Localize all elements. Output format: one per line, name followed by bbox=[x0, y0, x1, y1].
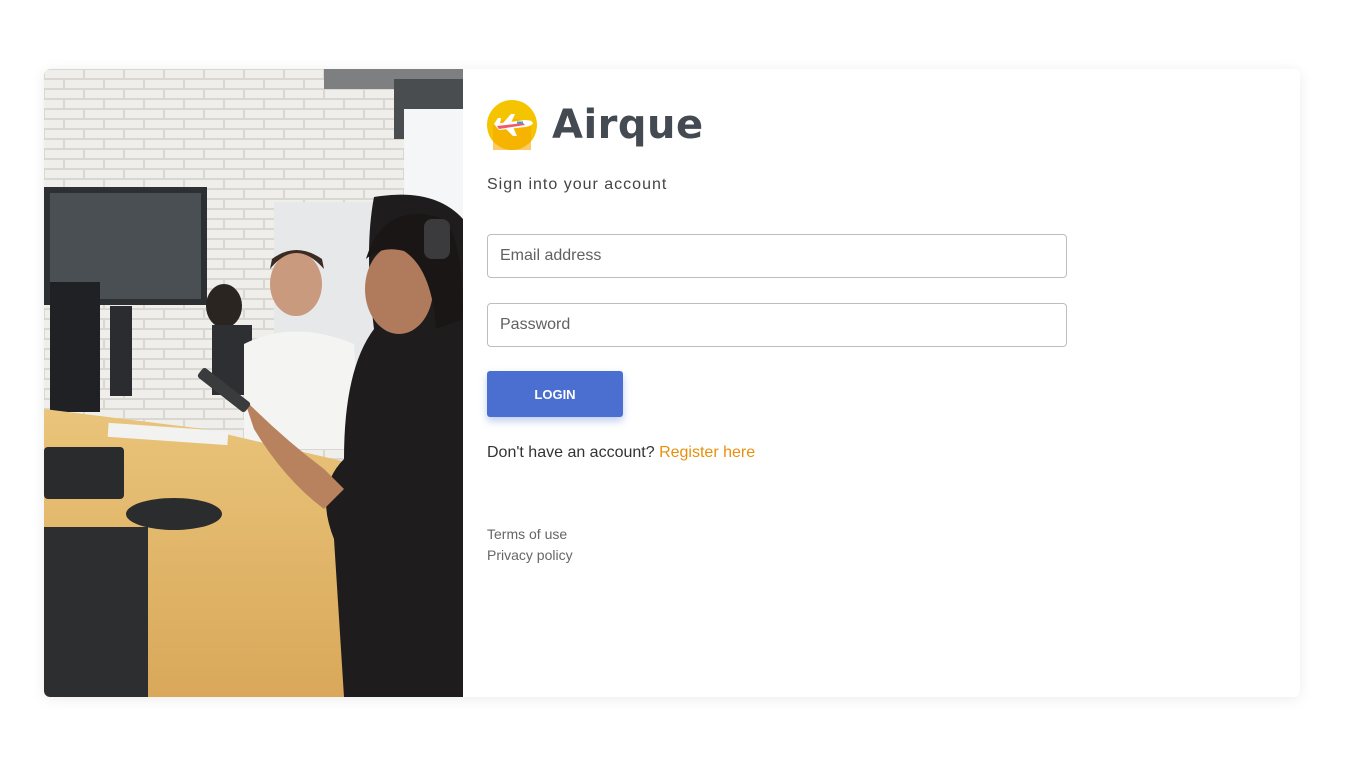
password-input[interactable] bbox=[487, 303, 1067, 347]
footer-links: Terms of use Privacy policy bbox=[487, 524, 573, 566]
privacy-policy-link[interactable]: Privacy policy bbox=[487, 545, 573, 566]
login-form-panel: Airque Sign into your account LOGIN Don'… bbox=[463, 69, 1300, 697]
login-button[interactable]: LOGIN bbox=[487, 371, 623, 417]
brand-name: Airque bbox=[552, 102, 704, 148]
brand: Airque bbox=[487, 100, 704, 150]
form-subtitle: Sign into your account bbox=[487, 176, 668, 193]
login-card: Airque Sign into your account LOGIN Don'… bbox=[44, 69, 1300, 697]
register-link[interactable]: Register here bbox=[659, 444, 755, 461]
email-input[interactable] bbox=[487, 234, 1067, 278]
call-center-photo bbox=[44, 69, 463, 697]
terms-of-use-link[interactable]: Terms of use bbox=[487, 524, 573, 545]
register-prompt-line: Don't have an account? Register here bbox=[487, 444, 755, 462]
register-prompt: Don't have an account? bbox=[487, 444, 660, 461]
airplane-logo-icon bbox=[487, 100, 537, 150]
